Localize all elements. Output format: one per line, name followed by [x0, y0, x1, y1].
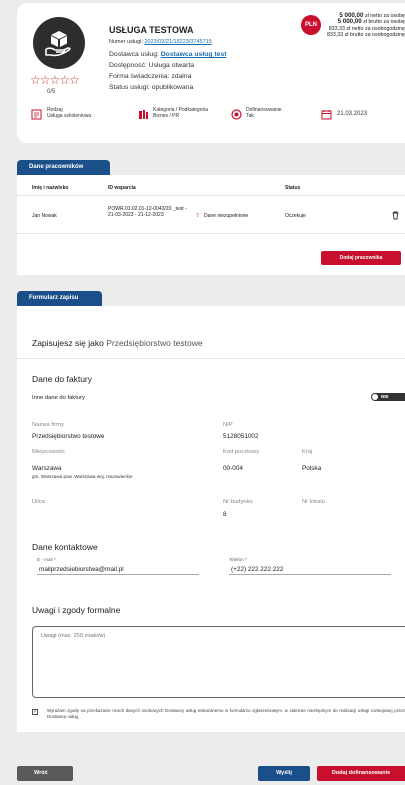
- phone-value: (+22) 222 222 222: [231, 566, 284, 573]
- toggle-knob: [372, 394, 378, 400]
- tab-enrollment-form[interactable]: Formularz zapisu: [17, 291, 102, 306]
- postal-code-label: Kod pocztowy: [223, 449, 260, 455]
- service-number: Numer usługi: 2023/03/21/18223/3745715: [109, 39, 212, 45]
- hand-box-icon: [45, 31, 71, 57]
- enrollment-form: Zapisujesz się jako Przedsiębiorstwo tes…: [17, 306, 405, 732]
- employees-panel: Imię i nazwisko ID wsparcia Status Jan N…: [17, 175, 405, 275]
- col-header-id: ID wsparcia: [108, 185, 136, 191]
- city-detail: gm. Warszawa pow. Warszawa woj. mazowiec…: [32, 474, 133, 479]
- city-label: Miejscowość: [32, 449, 65, 455]
- service-availability: Dostępność: Usługa otwarta: [109, 62, 195, 69]
- service-logo: [33, 17, 85, 69]
- city-value: Warszawa: [32, 465, 62, 472]
- postal-code-value: 00-004: [223, 465, 243, 472]
- service-title: USŁUGA TESTOWA: [109, 25, 194, 35]
- country-value: Polska: [302, 465, 322, 472]
- meta-date: 21.03.2023: [337, 111, 368, 117]
- consent-text: Wyrażam zgodę na przekazanie moich danyc…: [47, 708, 405, 719]
- email-field[interactable]: mailprzedsiebiorstwa@mail.pl: [37, 561, 199, 575]
- calendar-icon: [321, 110, 332, 120]
- price-block: 5 000,00 zł netto za osobę 5 000,00 zł b…: [326, 12, 405, 38]
- send-button[interactable]: Wyślij: [258, 766, 310, 781]
- street-label: Ulica: [32, 499, 45, 505]
- category-icon: [139, 110, 148, 119]
- trash-icon[interactable]: [391, 211, 400, 220]
- remarks-textarea[interactable]: [32, 626, 405, 698]
- rating-stars[interactable]: ☆☆☆☆☆: [30, 73, 80, 87]
- meta-funding: Dofinansowanie Tak: [246, 107, 282, 119]
- service-provider: Dostawca usług: Dostawca usług test: [109, 51, 227, 58]
- add-employee-button[interactable]: Dodaj pracownika: [321, 251, 401, 265]
- divider: [17, 195, 405, 196]
- document-icon: [31, 109, 42, 120]
- toggle-label: NIE: [381, 394, 389, 399]
- apartment-number-label: Nr lokalu: [302, 499, 325, 505]
- consent-checkbox[interactable]: ✓: [32, 709, 38, 715]
- service-status: Status usługi: opublikowana: [109, 84, 194, 91]
- service-number-link[interactable]: 2023/03/21/18223/3745715: [144, 39, 211, 45]
- warning-icon: !: [197, 213, 199, 219]
- remarks-heading: Uwagi i zgody formalne: [32, 605, 121, 615]
- company-name-label: Nazwa firmy: [32, 422, 64, 428]
- meta-category: Kategoria / Podkategoria Biznes / PR: [153, 107, 209, 119]
- enroll-as-heading: Zapisujesz się jako Przedsiębiorstwo tes…: [32, 338, 203, 348]
- company-name-value: Przedsiębiorstwo testowe: [32, 433, 105, 440]
- currency-badge: PLN: [301, 15, 321, 35]
- employee-data-status: Dane niezupełnione: [204, 213, 249, 219]
- rating-value: 0/5: [47, 89, 56, 95]
- divider: [17, 358, 405, 359]
- other-invoice-toggle[interactable]: NIE: [371, 393, 405, 401]
- other-invoice-label: Inne dane do faktury: [32, 395, 85, 401]
- tab-employees[interactable]: Dane pracowników: [17, 160, 110, 175]
- service-card: ☆☆☆☆☆ 0/5 USŁUGA TESTOWA Numer usługi: 2…: [17, 3, 405, 143]
- contact-heading: Dane kontaktowe: [32, 542, 98, 552]
- country-label: Kraj: [302, 449, 313, 455]
- invoice-heading: Dane do faktury: [32, 374, 93, 384]
- nip-label: NIP: [223, 422, 233, 428]
- nip-value: 5128051002: [223, 433, 259, 440]
- funding-icon: [231, 109, 242, 120]
- col-header-status: Status: [285, 185, 301, 191]
- divider: [17, 233, 405, 234]
- col-header-name: Imię i nazwisko: [32, 185, 69, 191]
- employee-status: Oczekuje: [285, 213, 306, 219]
- add-funding-button[interactable]: Dodaj dofinansowanie: [317, 766, 405, 781]
- building-number-value: 8: [223, 511, 227, 518]
- service-form: Forma świadczenia: zdalna: [109, 73, 192, 80]
- employee-name: Jan Nowak: [32, 213, 57, 219]
- back-button[interactable]: Wróć: [17, 766, 73, 781]
- building-number-label: Nr budynku: [223, 499, 253, 505]
- provider-link[interactable]: Dostawca usług test: [161, 51, 227, 58]
- phone-field[interactable]: (+22) 222 222 222: [229, 561, 391, 575]
- meta-type: Rodzaj Usługa szkoleniowa: [47, 107, 92, 119]
- email-value: mailprzedsiebiorstwa@mail.pl: [39, 566, 124, 573]
- employee-support-id: POWR.01.02.01-12-0043/20 _test - 21-03-2…: [108, 206, 187, 218]
